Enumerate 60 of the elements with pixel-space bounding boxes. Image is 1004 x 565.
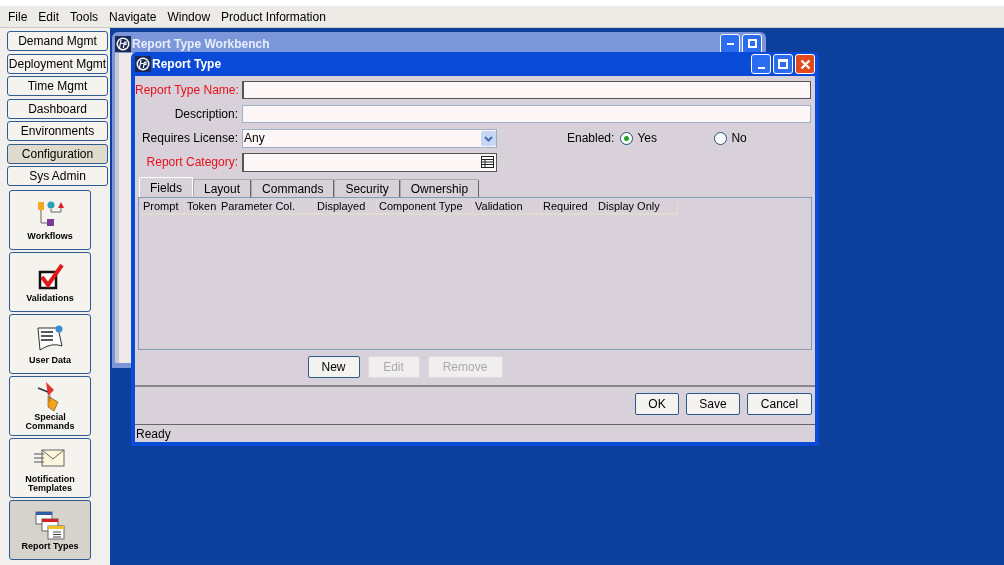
- table-button[interactable]: New: [307, 356, 360, 378]
- tab[interactable]: Layout: [193, 179, 252, 197]
- windows-stack-icon: [32, 508, 68, 541]
- tool-button[interactable]: Validations: [9, 251, 91, 312]
- tab[interactable]: Fields: [139, 177, 193, 197]
- field-label: Report Category:: [145, 154, 239, 171]
- close-button[interactable]: [795, 54, 815, 74]
- status-bar: Ready: [135, 424, 815, 442]
- dialog-button[interactable]: Cancel: [747, 393, 812, 415]
- column-header[interactable]: Parameter Col.: [219, 200, 315, 215]
- tool-button[interactable]: Report Types: [9, 499, 91, 560]
- column-header[interactable]: Component Type: [377, 200, 473, 215]
- enabled-label: Enabled:: [567, 130, 615, 147]
- menu-item[interactable]: Product Information: [221, 7, 326, 26]
- tool-button[interactable]: Special Commands: [9, 375, 91, 436]
- tab[interactable]: Commands: [251, 179, 335, 197]
- nav-button[interactable]: Deployment Mgmt: [7, 53, 108, 74]
- hp-logo-icon: [115, 35, 131, 52]
- column-header[interactable]: Display Only: [596, 200, 678, 215]
- dialog-button[interactable]: Save: [686, 393, 740, 415]
- radio-option[interactable]: No: [714, 129, 747, 147]
- text-field[interactable]: [242, 81, 811, 99]
- nav-button[interactable]: Environments: [7, 121, 108, 141]
- menu-item[interactable]: File: [8, 7, 28, 26]
- minimize-button[interactable]: [751, 54, 771, 74]
- menu-item[interactable]: Edit: [38, 7, 60, 26]
- tab[interactable]: Security: [334, 179, 400, 197]
- maximize-button[interactable]: [773, 54, 793, 74]
- maximize-button[interactable]: [742, 33, 762, 54]
- list-icon: [481, 156, 494, 168]
- close-icon: [799, 58, 811, 70]
- menu-item[interactable]: Navigate: [109, 7, 157, 26]
- window-title: Report Type Workbench: [132, 35, 270, 53]
- column-header[interactable]: Token: [185, 200, 219, 215]
- tool-button[interactable]: User Data: [9, 313, 91, 374]
- tab[interactable]: Ownership: [399, 179, 480, 197]
- tool-button[interactable]: Workflows: [9, 189, 91, 250]
- tool-button[interactable]: Notification Templates: [9, 437, 91, 498]
- nav-button[interactable]: Dashboard: [7, 98, 108, 119]
- hp-logo-icon: [135, 56, 151, 72]
- nav-button[interactable]: Configuration: [7, 143, 108, 164]
- column-header[interactable]: Required: [541, 200, 596, 215]
- nav-button[interactable]: Time Mgmt: [7, 76, 108, 96]
- category-lookup-field[interactable]: [242, 152, 497, 172]
- menu-item[interactable]: Tools: [70, 7, 99, 26]
- menu-item[interactable]: Window: [167, 7, 211, 26]
- minimize-button[interactable]: [720, 33, 740, 54]
- field-label: Report Type Name:: [135, 82, 240, 99]
- dialog-button[interactable]: OK: [635, 393, 679, 415]
- column-header[interactable]: Validation: [473, 200, 541, 215]
- license-dropdown[interactable]: Any: [242, 128, 497, 148]
- field-label: Requires License:: [140, 130, 239, 147]
- radio-option[interactable]: Yes: [620, 129, 715, 147]
- dialog-title: Report Type: [152, 56, 222, 73]
- nav-button[interactable]: Sys Admin: [7, 166, 108, 186]
- text-field[interactable]: [242, 105, 811, 123]
- field-label: Description:: [173, 106, 239, 123]
- nav-button[interactable]: Demand Mgmt: [7, 31, 108, 51]
- column-header[interactable]: Displayed: [315, 200, 377, 215]
- column-header[interactable]: Prompt: [141, 200, 185, 215]
